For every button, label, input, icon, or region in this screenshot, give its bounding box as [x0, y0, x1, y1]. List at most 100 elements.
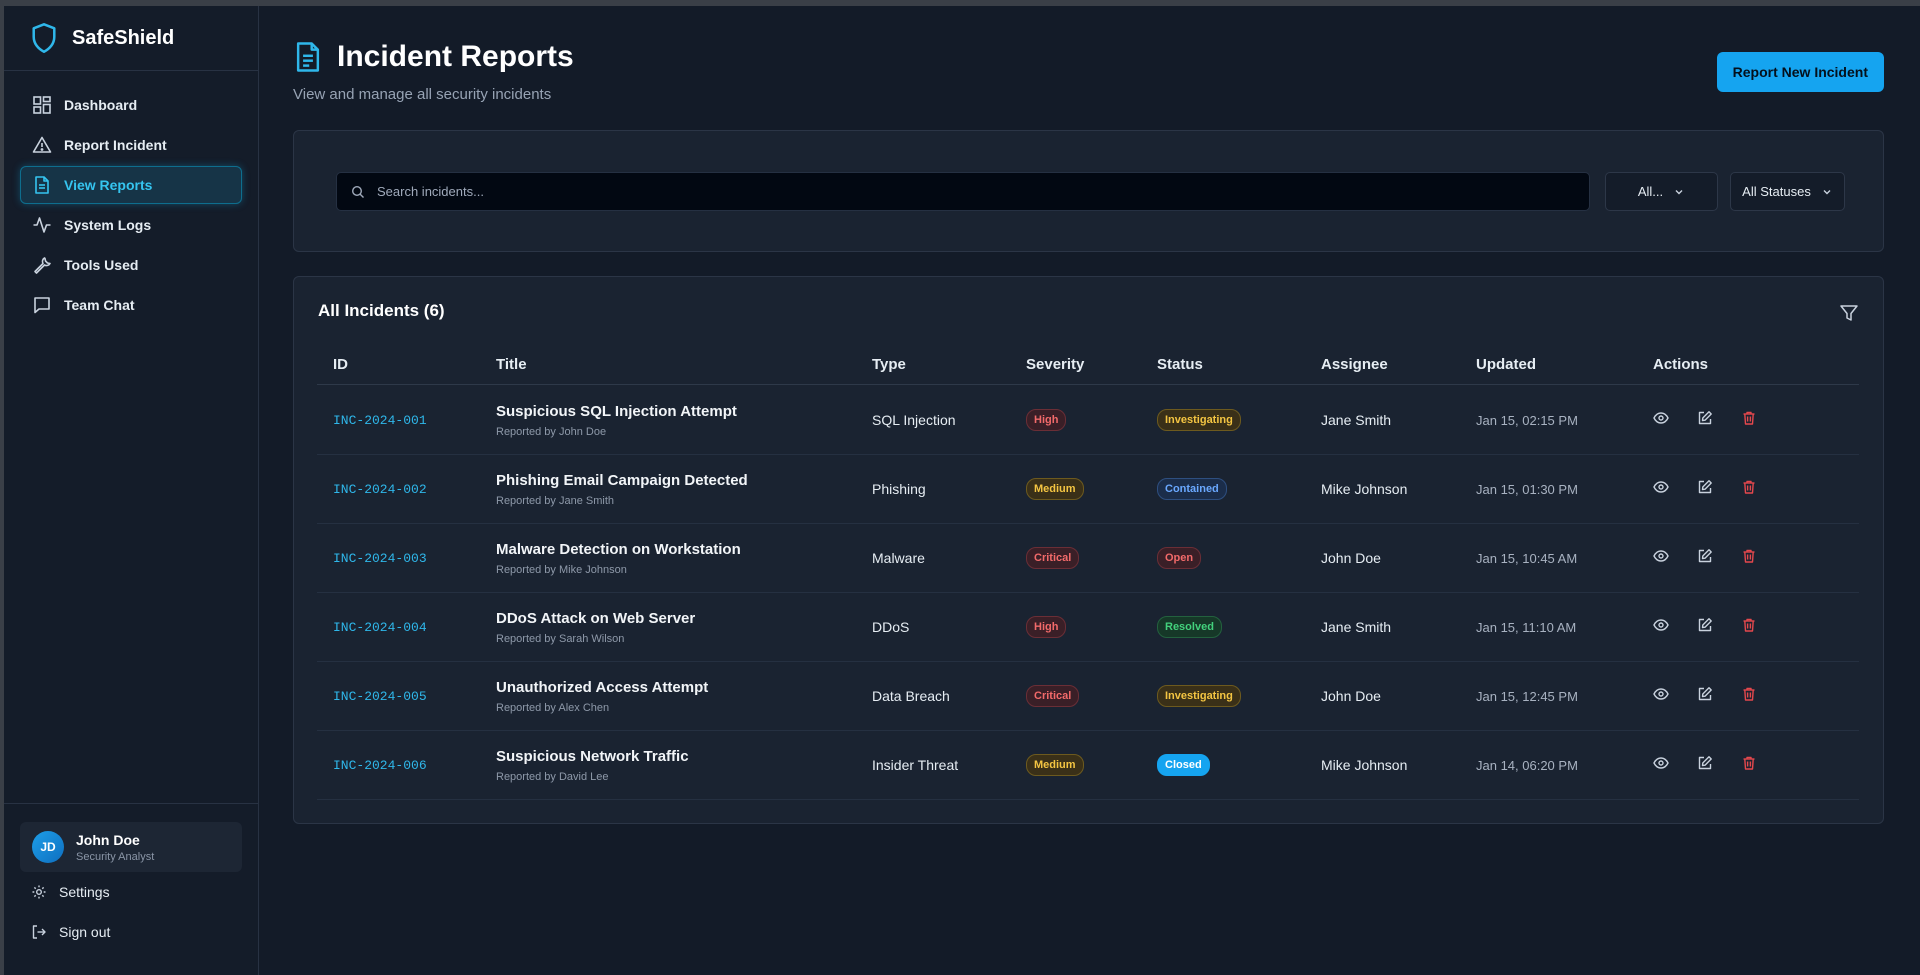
edit-button[interactable]	[1697, 755, 1713, 776]
sidebar-item-view-reports[interactable]: View Reports	[20, 166, 242, 204]
delete-button[interactable]	[1741, 410, 1757, 431]
shield-icon	[32, 23, 56, 53]
main-content: Incident Reports View and manage all sec…	[259, 6, 1920, 975]
settings-label: Settings	[59, 884, 110, 900]
row-actions	[1653, 617, 1757, 638]
view-button[interactable]	[1653, 686, 1669, 707]
column-header-id: ID	[333, 356, 348, 373]
edit-button[interactable]	[1697, 548, 1713, 569]
table-row[interactable]: INC-2024-003 Malware Detection on Worksta…	[317, 524, 1859, 593]
incident-title[interactable]: Phishing Email Campaign Detected	[496, 472, 748, 489]
search-box[interactable]	[336, 172, 1590, 211]
delete-icon	[1743, 411, 1755, 425]
incident-type: Phishing	[872, 481, 926, 497]
incident-title[interactable]: Malware Detection on Workstation	[496, 541, 741, 558]
incident-title-cell: Phishing Email Campaign Detected Reported…	[496, 472, 748, 507]
view-button[interactable]	[1653, 617, 1669, 638]
sidebar-item-team-chat[interactable]: Team Chat	[20, 286, 242, 324]
table-row[interactable]: INC-2024-005 Unauthorized Access Attempt R…	[317, 662, 1859, 731]
view-button[interactable]	[1653, 410, 1669, 431]
incident-reporter: Reported by Mike Johnson	[496, 563, 627, 576]
incident-type: Malware	[872, 550, 925, 566]
incident-title[interactable]: Unauthorized Access Attempt	[496, 679, 708, 696]
status-cell: Resolved	[1157, 616, 1222, 638]
column-header-severity: Severity	[1026, 356, 1085, 373]
delete-button[interactable]	[1741, 755, 1757, 776]
incident-assignee: John Doe	[1321, 688, 1381, 704]
delete-icon	[1743, 618, 1755, 632]
status-badge: Closed	[1157, 754, 1210, 776]
table-row[interactable]: INC-2024-006 Suspicious Network Traffic Re…	[317, 731, 1859, 800]
incident-id-link[interactable]: INC-2024-006	[333, 758, 427, 773]
status-filter-select[interactable]: All Statuses	[1730, 172, 1845, 211]
settings-link[interactable]: Settings	[20, 872, 242, 912]
incident-reporter: Reported by Jane Smith	[496, 494, 615, 507]
column-header-actions: Actions	[1653, 356, 1709, 373]
incident-title[interactable]: Suspicious Network Traffic	[496, 748, 689, 765]
column-header-status: Status	[1157, 356, 1203, 373]
file-text-icon	[35, 176, 49, 194]
severity-badge: Critical	[1026, 547, 1080, 569]
filter-icon[interactable]	[1839, 303, 1859, 323]
sign-out-link[interactable]: Sign out	[20, 912, 242, 952]
incident-id-link[interactable]: INC-2024-001	[333, 413, 427, 428]
incident-title-cell: Unauthorized Access Attempt Reported by A…	[496, 679, 708, 714]
sign-out-icon	[32, 925, 46, 939]
edit-icon	[1698, 686, 1712, 700]
status-badge: Investigating	[1157, 409, 1241, 431]
view-icon	[1653, 411, 1669, 424]
column-header-assignee: Assignee	[1321, 356, 1388, 373]
edit-button[interactable]	[1697, 686, 1713, 707]
incident-title[interactable]: Suspicious SQL Injection Attempt	[496, 403, 737, 420]
status-badge: Contained	[1157, 478, 1227, 500]
sidebar-item-report-incident[interactable]: Report Incident	[20, 126, 242, 164]
page-header: Incident Reports View and manage all sec…	[293, 40, 574, 103]
sidebar-item-system-logs[interactable]: System Logs	[20, 206, 242, 244]
table-row[interactable]: INC-2024-001 Suspicious SQL Injection Att…	[317, 386, 1859, 455]
view-button[interactable]	[1653, 755, 1669, 776]
incident-title[interactable]: DDoS Attack on Web Server	[496, 610, 695, 627]
view-icon	[1653, 549, 1669, 562]
incident-id-link[interactable]: INC-2024-005	[333, 689, 427, 704]
view-button[interactable]	[1653, 548, 1669, 569]
edit-icon	[1698, 617, 1712, 631]
delete-button[interactable]	[1741, 479, 1757, 500]
sidebar-item-dashboard[interactable]: Dashboard	[20, 86, 242, 124]
incident-id-link[interactable]: INC-2024-004	[333, 620, 427, 635]
report-new-incident-button[interactable]: Report New Incident	[1716, 52, 1884, 92]
table-title: All Incidents (6)	[318, 301, 445, 320]
incident-id-link[interactable]: INC-2024-003	[333, 551, 427, 566]
table-header: ID Title Type Severity Status Assignee U…	[317, 345, 1859, 385]
table-row[interactable]: INC-2024-004 DDoS Attack on Web Server Rep…	[317, 593, 1859, 662]
delete-button[interactable]	[1741, 617, 1757, 638]
edit-button[interactable]	[1697, 479, 1713, 500]
incident-id-link[interactable]: INC-2024-002	[333, 482, 427, 497]
edit-button[interactable]	[1697, 617, 1713, 638]
severity-cell: Medium	[1026, 754, 1084, 776]
severity-cell: Critical	[1026, 547, 1080, 569]
edit-icon	[1698, 548, 1712, 562]
view-button[interactable]	[1653, 479, 1669, 500]
user-profile-card[interactable]: JD John Doe Security Analyst	[20, 822, 242, 872]
delete-icon	[1743, 480, 1755, 494]
table-row[interactable]: INC-2024-002 Phishing Email Campaign Dete…	[317, 455, 1859, 524]
type-filter-value: All...	[1637, 184, 1664, 199]
edit-icon	[1698, 755, 1712, 769]
incident-title-cell: Suspicious Network Traffic Reported by Da…	[496, 748, 689, 783]
brand[interactable]: SafeShield	[4, 6, 258, 71]
column-header-updated: Updated	[1476, 356, 1536, 373]
severity-cell: Medium	[1026, 478, 1084, 500]
brand-name: SafeShield	[72, 26, 175, 49]
page-title: Incident Reports	[337, 40, 574, 73]
incident-reporter: Reported by David Lee	[496, 770, 609, 783]
edit-button[interactable]	[1697, 410, 1713, 431]
delete-button[interactable]	[1741, 548, 1757, 569]
sidebar-item-tools-used[interactable]: Tools Used	[20, 246, 242, 284]
search-input[interactable]	[377, 184, 1589, 199]
view-icon	[1653, 687, 1669, 700]
delete-button[interactable]	[1741, 686, 1757, 707]
filter-panel: All... All Statuses	[293, 130, 1884, 252]
search-icon	[351, 185, 364, 198]
type-filter-select[interactable]: All...	[1605, 172, 1718, 211]
sidebar-item-label: System Logs	[64, 217, 152, 233]
